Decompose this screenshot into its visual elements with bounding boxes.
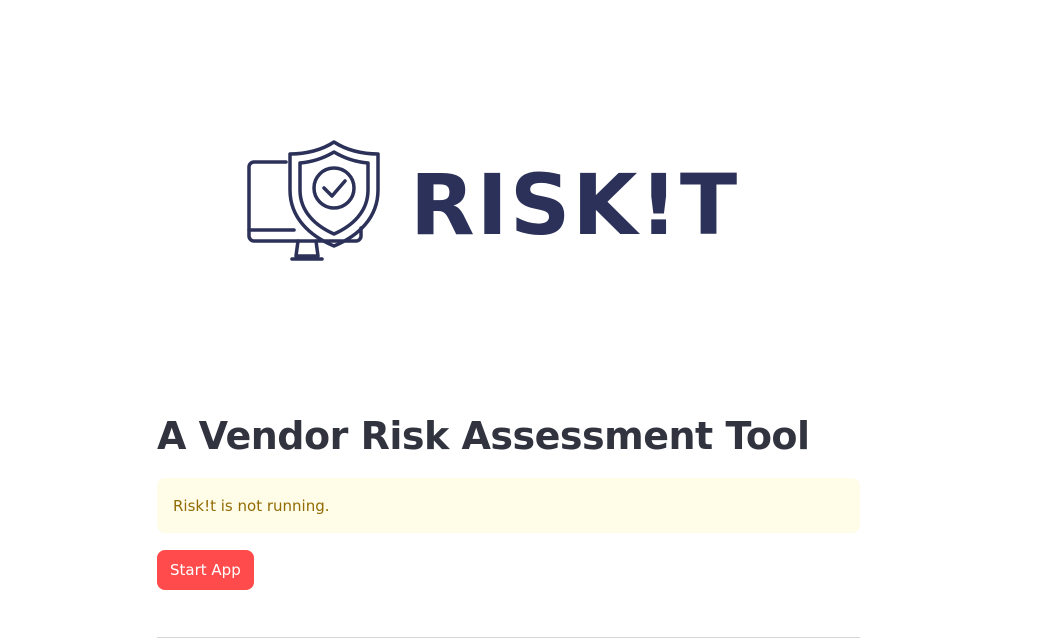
start-app-button[interactable]: Start App bbox=[157, 550, 254, 590]
divider bbox=[157, 637, 860, 638]
main-content: A Vendor Risk Assessment Tool Risk!t is … bbox=[157, 408, 860, 590]
riskit-wordmark: RISK!T bbox=[410, 156, 739, 254]
page-title: A Vendor Risk Assessment Tool bbox=[157, 414, 810, 458]
riskit-logo-graphic: RISK!T bbox=[247, 140, 739, 261]
riskit-logo: RISK!T bbox=[246, 138, 770, 266]
app-page: RISK!T A Vendor Risk Assessment Tool Ris… bbox=[0, 0, 1038, 639]
status-alert: Risk!t is not running. bbox=[157, 478, 860, 533]
status-alert-text: Risk!t is not running. bbox=[173, 496, 330, 515]
shield-check-monitor-icon bbox=[247, 140, 380, 261]
